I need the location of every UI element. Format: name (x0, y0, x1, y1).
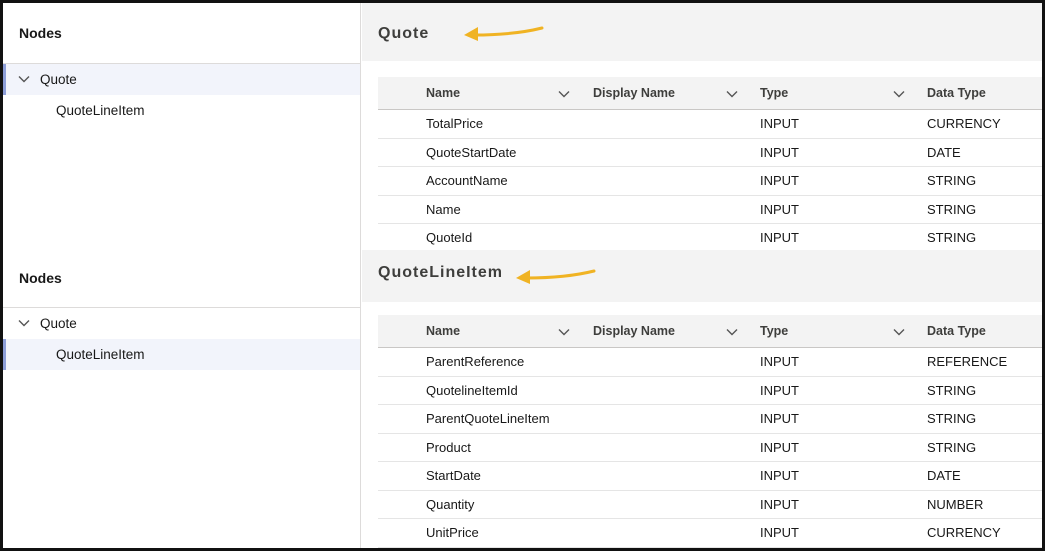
nodes-panel: Nodes Quote QuoteLineItem (3, 3, 361, 250)
chevron-down-icon[interactable] (726, 326, 738, 338)
nodes-title: Nodes (19, 270, 62, 286)
chevron-down-icon[interactable] (726, 88, 738, 100)
cell-data-type: CURRENCY (927, 525, 1001, 540)
cell-type: INPUT (760, 439, 799, 455)
node-detail-panel: QuoteLineItem Name Display Name Type Dat… (362, 250, 1042, 548)
cell-name: QuotelineItemId (426, 382, 518, 398)
cell-data-type: STRING (927, 173, 977, 188)
table-row[interactable]: QuoteId INPUT STRING (378, 224, 1042, 250)
tree-item-quote[interactable]: Quote (3, 308, 360, 339)
table-row[interactable]: StartDate INPUT DATE (378, 462, 1042, 491)
cell-name: QuoteStartDate (426, 144, 517, 160)
cell-type: INPUT (760, 116, 799, 131)
cell-name: Name (426, 201, 461, 217)
column-header-name[interactable]: Name (426, 315, 460, 348)
tree-item-quotelineitem[interactable]: QuoteLineItem (3, 95, 360, 126)
table-header: Name Display Name Type Data Type (378, 77, 1042, 110)
table-row[interactable]: Quantity INPUT NUMBER (378, 491, 1042, 519)
nodes-title: Nodes (19, 25, 62, 41)
chevron-down-icon[interactable] (893, 326, 905, 338)
cell-name: Quantity (426, 496, 475, 512)
quote-view: Nodes Quote QuoteLineItem Quote Name Dis… (0, 0, 1045, 250)
cell-type: INPUT (760, 173, 799, 188)
cell-data-type: STRING (927, 382, 977, 398)
chevron-down-icon[interactable] (18, 73, 30, 85)
chevron-down-icon[interactable] (558, 88, 570, 100)
column-header-type[interactable]: Type (760, 77, 788, 110)
cell-name: UnitPrice (426, 525, 479, 540)
tree-item-label: QuoteLineItem (56, 347, 145, 362)
cell-type: INPUT (760, 382, 799, 398)
table-row[interactable]: UnitPrice INPUT CURRENCY (378, 519, 1042, 548)
column-header-name[interactable]: Name (426, 77, 460, 110)
table-header: Name Display Name Type Data Type (378, 315, 1042, 348)
cell-name: TotalPrice (426, 116, 484, 131)
cell-data-type: STRING (927, 411, 977, 426)
table-row[interactable]: QuoteStartDate INPUT DATE (378, 139, 1042, 167)
column-header-display-name[interactable]: Display Name (593, 77, 675, 110)
fields-table: Name Display Name Type Data Type ParentR… (378, 315, 1042, 548)
table-row[interactable]: Product INPUT STRING (378, 434, 1042, 462)
cell-type: INPUT (760, 411, 799, 426)
cell-name: Product (426, 439, 471, 455)
cell-name: ParentQuoteLineItem (426, 411, 550, 426)
nodes-panel: Nodes Quote QuoteLineItem (3, 250, 361, 548)
cell-type: INPUT (760, 354, 799, 369)
cell-data-type: NUMBER (927, 496, 984, 512)
panel-header: QuoteLineItem (362, 250, 1042, 302)
tree-item-label: Quote (40, 316, 77, 331)
cell-data-type: STRING (927, 439, 977, 455)
table-row[interactable]: Name INPUT STRING (378, 196, 1042, 224)
panel-title: QuoteLineItem (378, 264, 504, 281)
column-header-type[interactable]: Type (760, 315, 788, 348)
cell-type: INPUT (760, 525, 799, 540)
column-header-display-name[interactable]: Display Name (593, 315, 675, 348)
table-row[interactable]: TotalPrice INPUT CURRENCY (378, 110, 1042, 139)
cell-data-type: STRING (927, 201, 977, 217)
cell-data-type: CURRENCY (927, 116, 1001, 131)
quotelineitem-view: Nodes Quote QuoteLineItem QuoteLineItem … (0, 250, 1045, 551)
cell-type: INPUT (760, 496, 799, 512)
cell-name: AccountName (426, 173, 508, 188)
cell-name: StartDate (426, 468, 481, 483)
cell-data-type: REFERENCE (927, 354, 1008, 369)
tree-item-label: QuoteLineItem (56, 103, 145, 118)
cell-name: ParentReference (426, 354, 525, 369)
arrow-left-icon (516, 269, 596, 284)
column-header-data-type[interactable]: Data Type (927, 315, 986, 348)
cell-name: QuoteId (426, 230, 473, 245)
fields-table: Name Display Name Type Data Type TotalPr… (378, 77, 1042, 250)
table-row[interactable]: ParentQuoteLineItem INPUT STRING (378, 405, 1042, 434)
cell-data-type: STRING (927, 230, 977, 245)
tree-item-quote[interactable]: Quote (3, 64, 360, 95)
table-row[interactable]: ParentReference INPUT REFERENCE (378, 348, 1042, 377)
node-detail-panel: Quote Name Display Name Type Data Type T… (362, 3, 1042, 250)
cell-type: INPUT (760, 468, 799, 483)
panel-title: Quote (378, 25, 430, 42)
tree-item-quotelineitem[interactable]: QuoteLineItem (3, 339, 360, 370)
chevron-down-icon[interactable] (893, 88, 905, 100)
panel-header: Quote (362, 3, 1042, 61)
arrow-left-icon (464, 26, 544, 41)
cell-data-type: DATE (927, 468, 961, 483)
table-row[interactable]: QuotelineItemId INPUT STRING (378, 377, 1042, 405)
cell-type: INPUT (760, 201, 799, 217)
cell-type: INPUT (760, 144, 799, 160)
column-header-data-type[interactable]: Data Type (927, 77, 986, 110)
cell-data-type: DATE (927, 144, 961, 160)
tree-item-label: Quote (40, 72, 77, 87)
chevron-down-icon[interactable] (18, 317, 30, 329)
chevron-down-icon[interactable] (558, 326, 570, 338)
table-row[interactable]: AccountName INPUT STRING (378, 167, 1042, 196)
cell-type: INPUT (760, 230, 799, 245)
